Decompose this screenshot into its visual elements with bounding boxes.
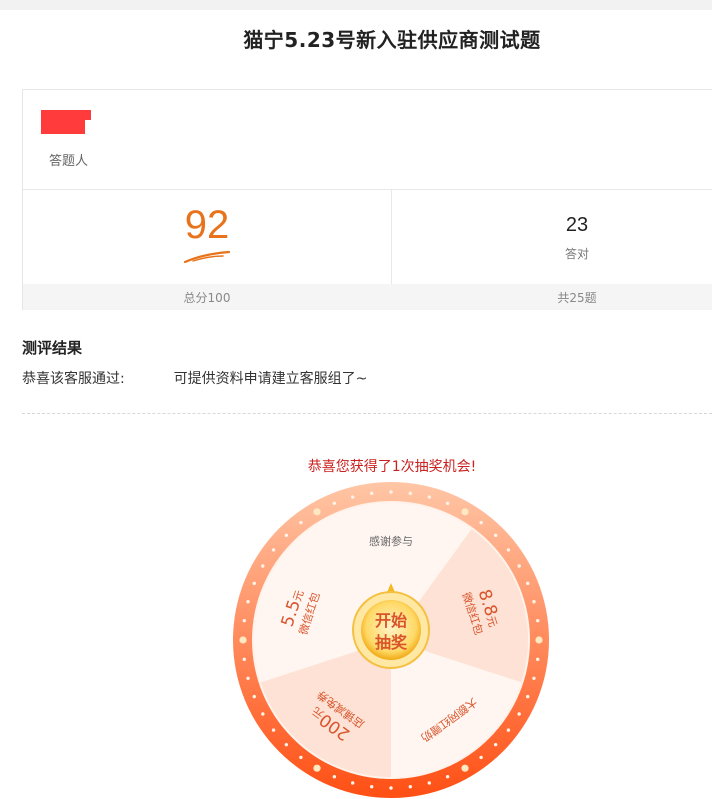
respondent-name-redacted <box>41 110 91 134</box>
rim-dot <box>284 533 289 538</box>
rim-dot <box>350 781 355 785</box>
question-count-label: 共25题 <box>557 291 597 305</box>
rim-dot <box>493 533 498 538</box>
rim-dot <box>242 618 246 623</box>
rim-dot <box>445 501 450 505</box>
redacted-name <box>129 372 170 386</box>
rim-dot <box>506 728 511 732</box>
rim-dot <box>517 564 521 568</box>
rim-dot <box>350 495 355 499</box>
rim-dot <box>271 548 276 552</box>
start-label-line1: 开始 <box>375 611 407 630</box>
rim-dot <box>461 764 469 772</box>
rim-dot <box>242 657 246 662</box>
rim-dot <box>408 785 413 789</box>
rim-dot <box>526 694 530 699</box>
rim-dot <box>246 599 250 604</box>
score-card: 答题人 92 总分100 23 答对 共25题 <box>22 89 712 310</box>
top-bar <box>0 0 712 10</box>
rim-dot <box>532 599 536 604</box>
rim-dot <box>313 764 321 772</box>
rim-dot <box>369 491 374 495</box>
result-text: 恭喜该客服通过: 可提供资料申请建立客服组了~ <box>22 368 367 388</box>
redaction-mask <box>85 120 93 134</box>
lottery-message: 恭喜您获得了1次抽奖机会! <box>307 459 477 475</box>
correct-label: 答对 <box>564 247 589 261</box>
rim-dot <box>461 508 469 516</box>
rim-dot <box>332 775 337 779</box>
rim-dot <box>261 564 265 568</box>
rim-dot <box>479 755 483 760</box>
score-value: 92 <box>184 203 230 247</box>
rim-dot <box>246 676 250 681</box>
total-score-label: 总分100 <box>183 291 231 305</box>
score-underline-icon <box>183 250 231 264</box>
result-text-prefix: 恭喜该客服通过: <box>22 371 125 387</box>
rim-dot <box>313 508 321 516</box>
rim-dot <box>445 775 450 779</box>
rim-dot <box>408 491 413 495</box>
rim-dot <box>284 742 289 747</box>
prize-label-0: 感谢参与 <box>369 534 413 548</box>
prize-desc: 感谢参与 <box>369 534 413 548</box>
rim-dot <box>271 728 276 732</box>
start-label-line2: 抽奖 <box>375 633 408 652</box>
result-heading: 测评结果 <box>22 339 83 357</box>
result-text-suffix: 可提供资料申请建立客服组了~ <box>173 371 368 387</box>
respondent-label: 答题人 <box>49 154 89 169</box>
rim-dot <box>389 490 393 494</box>
rim-dot <box>427 495 432 499</box>
rim-dot <box>517 712 521 716</box>
rim-dot <box>493 742 498 747</box>
rim-dot <box>536 618 540 623</box>
rim-dot <box>389 786 393 790</box>
rim-dot <box>526 581 530 586</box>
dashed-divider <box>22 413 712 414</box>
rim-dot <box>369 785 374 789</box>
rim-dot <box>299 520 303 525</box>
rim-dot <box>535 636 543 644</box>
rim-dot <box>252 581 256 586</box>
correct-count: 23 <box>565 214 589 236</box>
page-title: 猫宁5.23号新入驻供应商测试题 <box>243 28 541 52</box>
divider-line <box>23 189 712 190</box>
lottery-wheel: 感谢参与8.8元微信红包大额网红赠奶200元店铺减免券5.5元微信红包 开始 抽… <box>233 482 549 798</box>
rim-dot <box>252 694 256 699</box>
rim-dot <box>532 676 536 681</box>
rim-dot <box>427 781 432 785</box>
rim-dot <box>332 501 337 505</box>
rim-dot <box>239 636 247 644</box>
rim-dot <box>506 548 511 552</box>
rim-dot <box>479 520 483 525</box>
rim-dot <box>536 657 540 662</box>
rim-dot <box>261 712 265 716</box>
rim-dot <box>299 755 303 760</box>
